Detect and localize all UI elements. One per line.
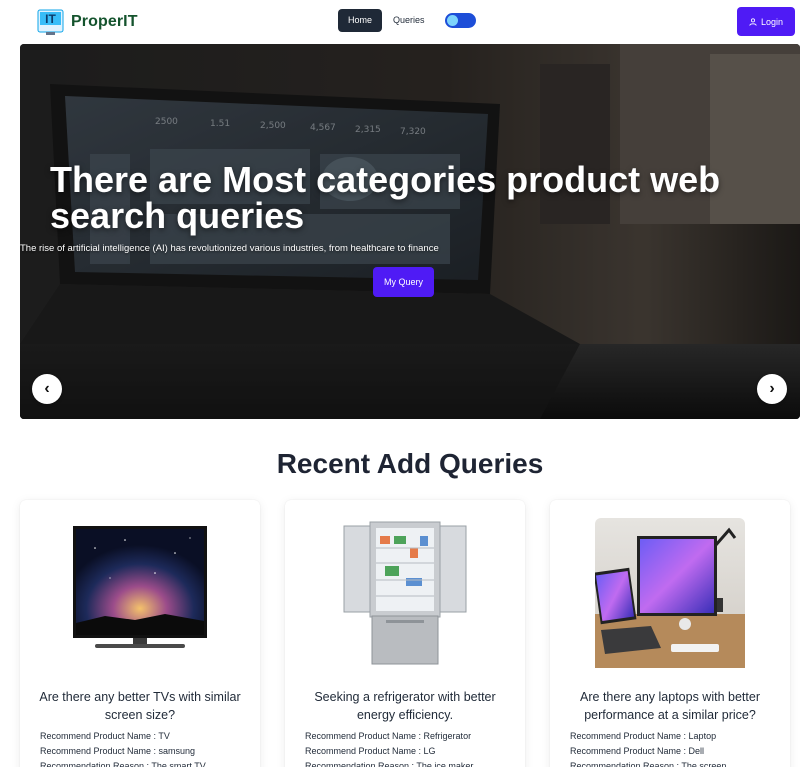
brand-logo-icon: IT [36,7,65,36]
card-detail-line: Recommend Product Name : Refrigerator [305,731,472,741]
card-detail-line: Recommend Product Name : Dell [570,746,705,756]
card-details: Recommend Product Name : TV Recommend Pr… [40,729,250,767]
nav-queries-link[interactable]: Queries [393,9,425,32]
laptop-setup-image [595,518,745,668]
chevron-left-icon: ‹ [44,380,50,397]
carousel-prev-button[interactable]: ‹ [32,374,62,404]
hero-title: There are Most categories product web se… [50,159,721,236]
hero-subtitle: The rise of artificial intelligence (AI)… [20,243,439,254]
nav-home-link[interactable]: Home [338,9,383,32]
hero-carousel: 2500 1.51 2,500 4,567 2,315 7,320 There … [20,44,800,419]
login-label: Login [760,16,784,27]
card-detail-line: Recommend Product Name : TV [40,731,170,741]
tv-image [73,526,207,648]
card-details: Recommend Product Name : Laptop Recommen… [570,729,780,767]
query-card-refrigerator[interactable]: Seeking a refrigerator with better energ… [285,500,525,767]
brand-name: ProperIT [71,12,138,30]
card-question: Are there any better TVs with similar sc… [39,690,241,722]
card-detail-line: Recommend Product Name : samsung [40,746,196,756]
carousel-next-button[interactable]: › [757,374,787,404]
brand[interactable]: IT ProperIT [36,7,138,36]
svg-text:IT: IT [45,12,56,26]
toggle-knob [446,15,458,26]
navbar: IT ProperIT Home Queries Login [0,0,802,44]
refrigerator-image [343,521,467,665]
card-question: Are there any laptops with better perfor… [580,690,760,722]
card-details: Recommend Product Name : Refrigerator Re… [305,729,515,767]
card-detail-line: Recommend Product Name : LG [305,746,436,756]
nav-links: Home Queries [338,9,476,32]
query-card-laptop[interactable]: Are there any laptops with better perfor… [550,500,790,767]
theme-toggle[interactable] [444,13,476,28]
login-button[interactable]: Login [737,7,795,36]
card-detail-line: Recommend Product Name : Laptop [570,731,717,741]
query-card-tv[interactable]: Are there any better TVs with similar sc… [20,500,260,767]
card-detail-line: Recommendation Reason : The screen [570,761,727,767]
my-query-button[interactable]: My Query [373,267,434,297]
recent-queries-title: Recent Add Queries [276,448,544,479]
card-detail-line: Recommendation Reason : The smart TV [40,761,206,767]
card-question: Seeking a refrigerator with better energ… [314,690,496,722]
card-detail-line: Recommendation Reason : The ice maker [305,761,474,767]
user-icon [749,17,757,26]
chevron-right-icon: › [769,380,775,397]
